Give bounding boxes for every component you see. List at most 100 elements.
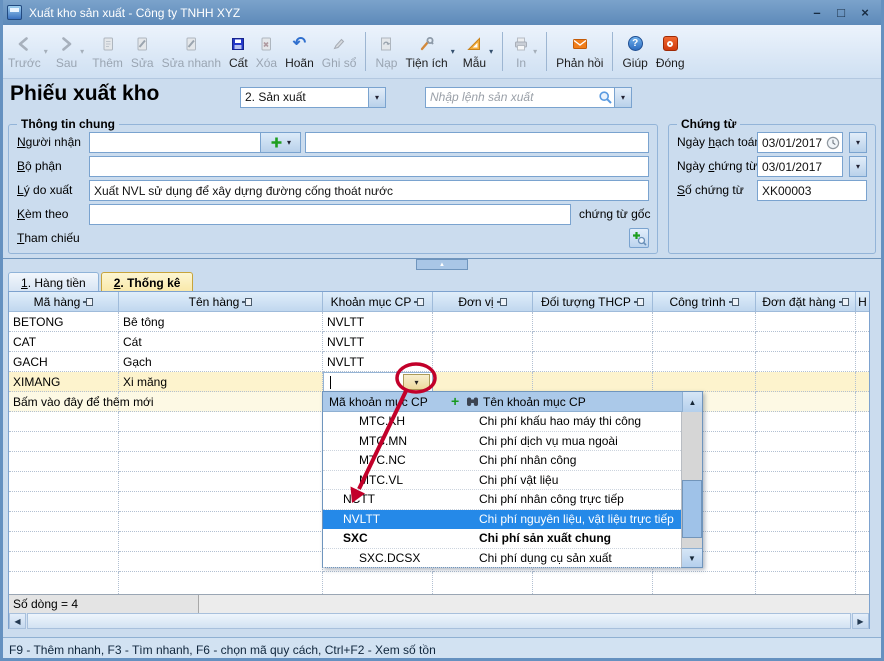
chevron-down-icon[interactable]: ▾ [80, 47, 84, 56]
pin-icon[interactable] [242, 298, 252, 306]
add-receiver-button[interactable]: ▾ [260, 133, 300, 152]
cost-item-editor[interactable]: ▾ [323, 372, 433, 392]
template-button[interactable]: Mẫu ▾ [459, 27, 497, 76]
receiver-combo[interactable]: ▾ [89, 132, 301, 153]
dropdown-item[interactable]: SXC.DCSXChi phí dụng cụ sản xuất [323, 549, 681, 569]
voucher-number-field[interactable]: XK00003 [757, 180, 867, 201]
production-order-search-input[interactable]: Nhập lệnh sản xuất ▾ [425, 87, 632, 108]
chevron-down-icon[interactable]: ▾ [44, 47, 48, 56]
cost-item-dropdown-button[interactable]: ▾ [403, 374, 430, 390]
item-code-cell[interactable]: XIMANG [9, 372, 119, 392]
chevron-down-icon[interactable]: ▾ [533, 47, 537, 56]
voucher-date-field[interactable]: 03/01/2017 [757, 156, 843, 177]
edit-button[interactable]: Sửa [127, 27, 158, 76]
dropdown-item[interactable]: MTC.VLChi phí vật liệu [323, 471, 681, 491]
column-header[interactable]: Đơn đặt hàng [756, 292, 856, 312]
add-reference-button[interactable] [629, 228, 649, 248]
text-cursor [330, 376, 331, 389]
item-code-cell[interactable]: BETONG [9, 312, 119, 332]
feedback-button[interactable]: Phản hồi [552, 27, 607, 76]
item-code-cell[interactable]: CAT [9, 332, 119, 352]
close-window-button[interactable]: Đóng [652, 27, 689, 76]
department-field[interactable] [89, 156, 649, 177]
chevron-down-icon[interactable]: ▾ [368, 88, 385, 107]
reason-field[interactable]: Xuất NVL sử dụng để xây dựng đường cống … [89, 180, 649, 201]
dropdown-item[interactable]: MTC.KHChi phí khấu hao máy thi công [323, 412, 681, 432]
delete-button[interactable]: Xóa [252, 27, 281, 76]
cost-item-cell[interactable]: NVLTT [323, 352, 433, 372]
posting-date-field[interactable]: 03/01/2017 [757, 132, 843, 153]
scroll-up-icon[interactable]: ▲ [682, 392, 702, 412]
post-button[interactable]: Ghi sổ [318, 27, 361, 76]
cost-item-cell[interactable]: NVLTT [323, 312, 433, 332]
tab-hang-tien[interactable]: 1. Hàng tiền [8, 272, 99, 292]
item-name-cell[interactable]: Gạch [119, 352, 323, 372]
quick-edit-button[interactable]: Sửa nhanh [158, 27, 225, 76]
close-icon[interactable]: × [853, 5, 877, 20]
print-button[interactable]: In ▾ [508, 27, 541, 76]
voucher-date-dropdown[interactable]: ▾ [849, 156, 867, 177]
scrollbar-thumb[interactable] [27, 613, 851, 629]
new-row-hint[interactable]: Bấm vào đây để thêm mới [13, 395, 154, 409]
item-code-cell[interactable]: GACH [9, 352, 119, 372]
table-row-active[interactable]: XIMANG Xi măng ▾ [9, 372, 869, 392]
forward-button[interactable]: Sau ▾ [52, 27, 88, 76]
help-button[interactable]: ? Giúp [618, 27, 651, 76]
attachment-field[interactable] [89, 204, 571, 225]
pin-icon[interactable] [414, 298, 424, 306]
posting-date-dropdown[interactable]: ▾ [849, 132, 867, 153]
undo-button[interactable]: ↶ Hoãn [281, 27, 318, 76]
reload-button[interactable]: Nạp [371, 27, 401, 76]
tab-thong-ke[interactable]: 2. Thống kê [101, 272, 194, 292]
column-header[interactable]: Khoản mục CP [323, 292, 433, 312]
dropdown-item[interactable]: SXCChi phí sản xuất chung [323, 529, 681, 549]
binoculars-icon[interactable] [466, 395, 479, 411]
item-name-cell[interactable]: Bê tông [119, 312, 323, 332]
column-header[interactable]: Đối tượng THCP [533, 292, 653, 312]
clock-icon [826, 136, 842, 150]
table-row[interactable]: CAT Cát NVLTT [9, 332, 869, 352]
dropdown-item[interactable]: MTC.NCChi phí nhân công [323, 451, 681, 471]
voucher-number-value: XK00003 [758, 184, 866, 198]
dropdown-item[interactable]: MTC.MNChi phí dịch vụ mua ngoài [323, 432, 681, 452]
column-header[interactable]: H [856, 292, 869, 312]
back-button[interactable]: Trước ▾ [4, 27, 52, 76]
search-icon[interactable] [596, 88, 614, 107]
table-row[interactable]: BETONG Bê tông NVLTT [9, 312, 869, 332]
chevron-down-icon[interactable]: ▾ [614, 88, 631, 107]
chevron-down-icon[interactable]: ▾ [451, 47, 455, 56]
pin-icon[interactable] [839, 298, 849, 306]
column-header[interactable]: Tên hàng [119, 292, 323, 312]
utilities-button[interactable]: Tiện ích ▾ [401, 27, 458, 76]
table-row[interactable]: GACH Gạch NVLTT [9, 352, 869, 372]
pin-icon[interactable] [497, 298, 507, 306]
voucher-type-select[interactable]: 2. Sản xuất ▾ [240, 87, 386, 108]
minimize-icon[interactable]: – [805, 5, 829, 20]
pin-icon[interactable] [634, 298, 644, 306]
dropdown-scrollbar[interactable]: ▼ [681, 412, 702, 567]
pin-icon[interactable] [83, 298, 93, 306]
maximize-icon[interactable]: □ [829, 5, 853, 20]
scroll-right-icon[interactable]: ▶ [852, 613, 869, 629]
plus-icon[interactable]: + [451, 394, 459, 408]
item-name-cell[interactable]: Cát [119, 332, 323, 352]
scrollbar-thumb[interactable] [682, 480, 702, 538]
save-button[interactable]: Cất [225, 27, 252, 76]
pin-icon[interactable] [729, 298, 739, 306]
item-name-cell[interactable]: Xi măng [119, 372, 323, 392]
add-button[interactable]: Thêm [88, 27, 127, 76]
cost-item-cell[interactable]: NVLTT [323, 332, 433, 352]
horizontal-scrollbar[interactable]: ◀ ▶ [9, 613, 869, 629]
column-header[interactable]: Mã hàng [9, 292, 119, 312]
scroll-down-icon[interactable]: ▼ [682, 548, 702, 567]
receiver-name-field[interactable] [305, 132, 649, 153]
scroll-left-icon[interactable]: ◀ [9, 613, 26, 629]
dropdown-item-selected[interactable]: NVLTTChi phí nguyên liệu, vật liệu trực … [323, 510, 681, 530]
column-header[interactable]: Công trình [653, 292, 756, 312]
attachment-suffix-label: chứng từ gốc [579, 204, 650, 225]
collapse-panel-button[interactable]: ▲ [416, 259, 468, 270]
plus-icon [270, 136, 283, 149]
dropdown-item[interactable]: NCTTChi phí nhân công trực tiếp [323, 490, 681, 510]
column-header[interactable]: Đơn vị [433, 292, 533, 312]
chevron-down-icon[interactable]: ▾ [489, 47, 493, 56]
